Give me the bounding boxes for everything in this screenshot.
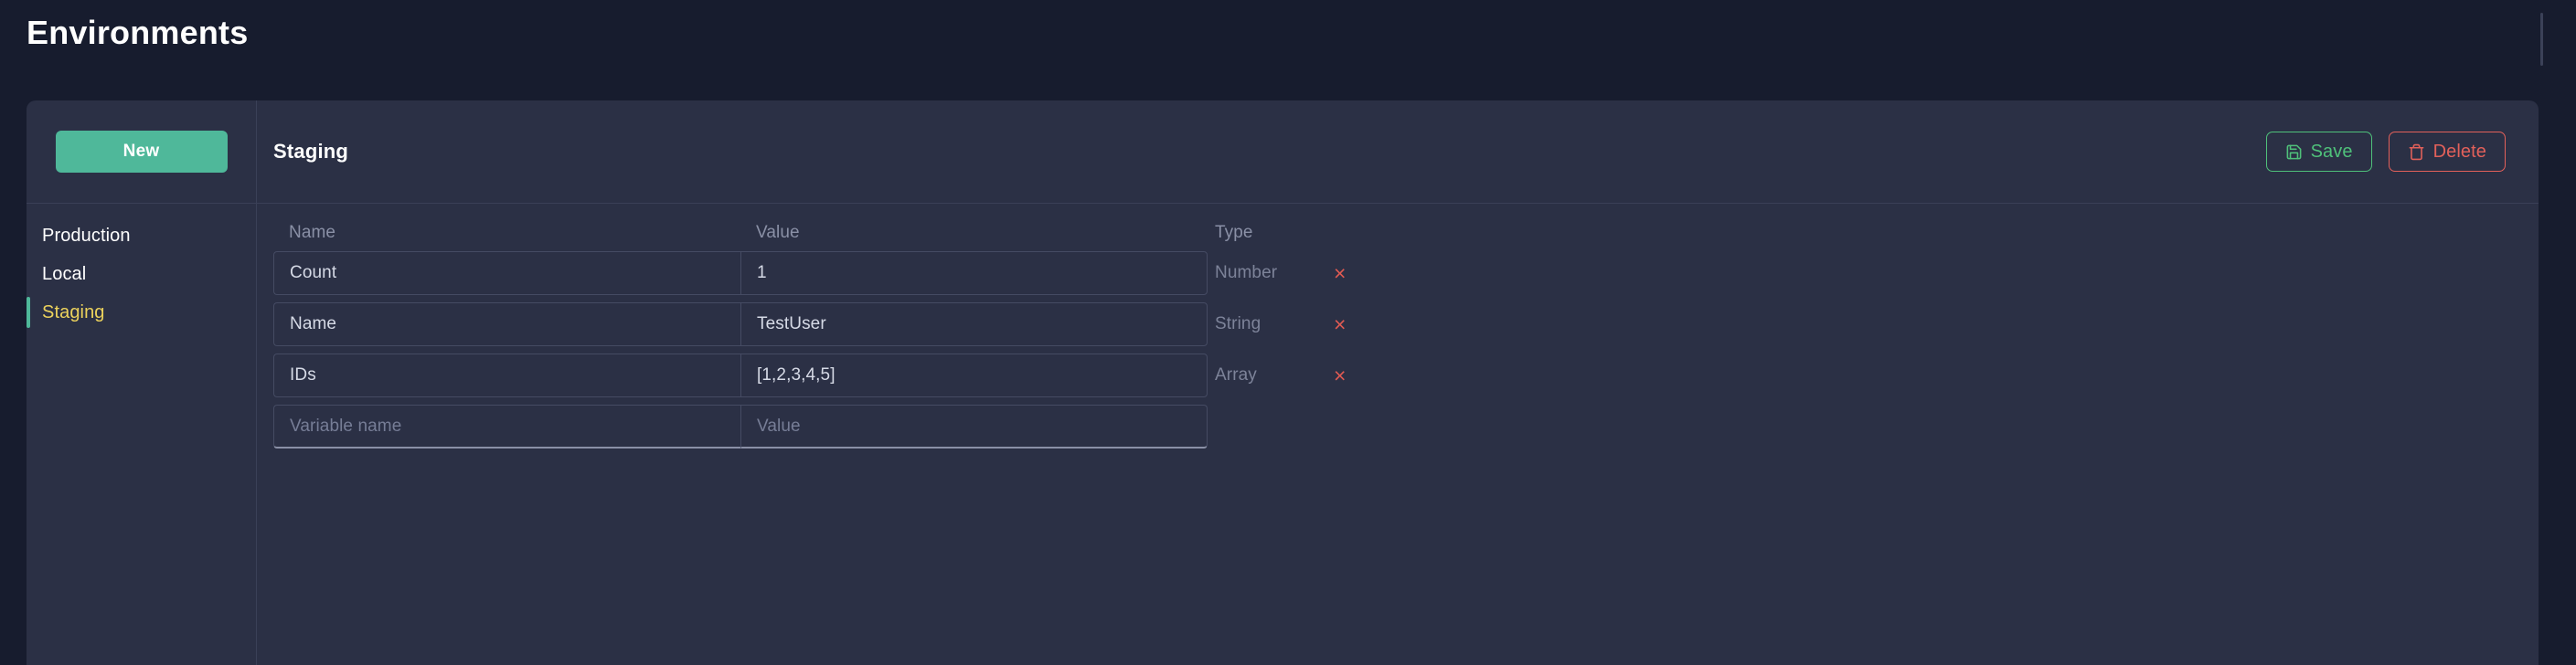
sidebar-item-label: Production [42, 226, 131, 247]
save-button-label: Save [2311, 142, 2353, 163]
environment-list: Production Local Staging [27, 204, 256, 332]
environments-page: Environments New Production Local Stagi [0, 0, 2576, 665]
variable-value-input[interactable] [740, 251, 1208, 295]
table-row: Number × [273, 251, 2506, 295]
table-row: Array × [273, 354, 2506, 397]
sidebar-item-staging[interactable]: Staging [27, 293, 256, 332]
environment-name-title: Staging [273, 140, 348, 164]
variables-table: Name Value Type Number × [257, 204, 2539, 665]
column-header-name: Name [273, 223, 740, 243]
new-environment-button[interactable]: New [56, 131, 228, 173]
remove-variable-icon[interactable]: × [1334, 365, 1346, 386]
environments-sidebar: New Production Local Staging [27, 100, 257, 665]
sidebar-item-label: Staging [42, 302, 105, 323]
remove-variable-icon[interactable]: × [1334, 263, 1346, 284]
remove-variable-icon[interactable]: × [1334, 314, 1346, 335]
variable-type-cell: String × [1208, 314, 2506, 335]
variable-name-input[interactable] [273, 302, 740, 346]
variable-value-input[interactable] [740, 354, 1208, 397]
variable-type-label: String [1215, 314, 1334, 334]
column-header-type: Type [1208, 223, 2506, 243]
trash-icon [2408, 143, 2425, 161]
variable-type-label: Array [1215, 365, 1334, 385]
page-scrollbar[interactable] [2540, 13, 2543, 66]
selection-indicator [27, 259, 30, 290]
detail-header-actions: Save Delete [2266, 132, 2506, 172]
selection-indicator [27, 220, 30, 251]
variable-type-cell: Number × [1208, 263, 2506, 284]
sidebar-item-local[interactable]: Local [27, 255, 256, 293]
selection-indicator [27, 297, 30, 328]
detail-header: Staging Save [257, 100, 2539, 204]
table-row: String × [273, 302, 2506, 346]
variable-value-input[interactable] [740, 302, 1208, 346]
delete-button[interactable]: Delete [2389, 132, 2506, 172]
table-row-new [273, 405, 2506, 449]
save-icon [2285, 143, 2303, 161]
sidebar-item-label: Local [42, 264, 86, 285]
new-variable-value-input[interactable] [740, 405, 1208, 449]
new-variable-name-input[interactable] [273, 405, 740, 449]
table-column-headers: Name Value Type [273, 204, 2506, 251]
variable-type-cell: Array × [1208, 365, 2506, 386]
sidebar-header: New [27, 100, 256, 204]
environments-panel: New Production Local Staging [27, 100, 2539, 665]
environment-detail: Staging Save [257, 100, 2539, 665]
variable-name-input[interactable] [273, 251, 740, 295]
variable-name-input[interactable] [273, 354, 740, 397]
save-button[interactable]: Save [2266, 132, 2372, 172]
delete-button-label: Delete [2433, 142, 2486, 163]
variable-type-label: Number [1215, 263, 1334, 283]
column-header-value: Value [740, 223, 1208, 243]
page-title: Environments [27, 13, 248, 53]
sidebar-item-production[interactable]: Production [27, 216, 256, 255]
